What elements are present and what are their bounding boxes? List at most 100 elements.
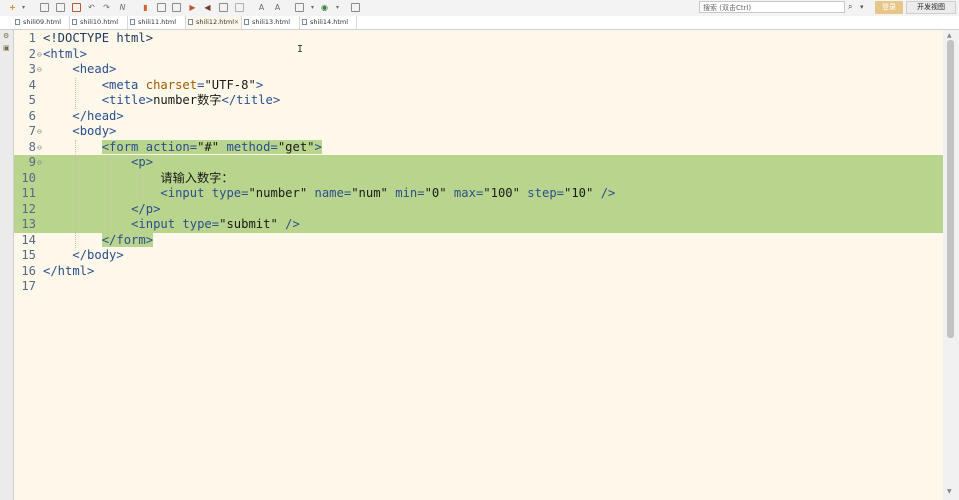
code-content: </body> [72,248,123,262]
indent-guide [75,139,76,248]
save-all-icon[interactable] [56,3,65,12]
code-text: </form> [43,232,154,249]
code-content: </html> [43,264,94,278]
code-text: <head> [43,62,116,78]
search-input[interactable]: 搜索 (双击Ctrl) [699,1,845,13]
fold-toggle-icon[interactable]: ⊖ [37,62,42,78]
code-line[interactable]: 15 </body> [14,248,943,264]
code-content: <meta charset="UTF-8"> [102,78,263,92]
code-line[interactable]: 10 请输入数字： [14,170,943,186]
code-text: <input type="submit" /> [43,217,300,233]
layout-dropdown-icon[interactable]: ▾ [308,3,317,12]
line-number: 9 [28,155,36,169]
code-token: "get" [277,139,315,154]
line-number: 7 [28,124,36,138]
color-icon[interactable]: ◉ [320,3,329,12]
save-icon[interactable] [40,3,49,12]
tab-label: shili10.html [80,18,119,26]
info-icon[interactable] [351,3,360,12]
vertical-scrollbar[interactable]: ▲ ▼ [943,30,959,500]
code-line[interactable]: 14 </form> [14,232,943,249]
layout-icon[interactable] [295,3,304,12]
line-number: 8 [28,139,36,154]
code-token: "100" [483,186,520,200]
dropdown-icon[interactable]: ▾ [19,3,28,12]
tab-shili14[interactable]: shili14.html [300,16,357,29]
code-token: > [314,139,322,154]
code-token: "10" [564,186,594,200]
code-line[interactable]: 8 ⊖ <form action="#" method="get"> [14,139,943,156]
dev-view-button[interactable]: 开发视图 [906,1,956,14]
code-line[interactable]: 6 </head> [14,109,943,125]
code-token: "0" [424,186,447,200]
browser-icon[interactable] [235,3,244,12]
code-line[interactable]: 5 <title>number数字</title> [14,93,943,109]
code-line[interactable]: 11 <input type="number" name="num" min="… [14,186,943,202]
code-token: <title> [101,93,154,107]
line-number: 3 [28,62,36,76]
code-line[interactable]: 1 <!DOCTYPE html> [14,31,943,47]
fold-toggle-icon[interactable]: ⊖ [37,155,42,171]
main-toolbar: + ▾ ↶ ↷ N ▮ ▶ ◀ A A ▾ ◉ ▾ 搜索 (双击Ctrl) ⌕ … [0,0,959,17]
code-text: </head> [43,109,123,125]
code-line[interactable]: 7 ⊖ <body> [14,124,943,140]
color-dropdown-icon[interactable]: ▾ [333,3,342,12]
redo-icon[interactable]: ↷ [102,3,111,12]
code-line[interactable]: 13 <input type="submit" /> [14,217,943,233]
tab-shili11[interactable]: shili11.html [128,16,186,29]
code-content: <html> [43,47,87,61]
scroll-down-icon[interactable]: ▼ [947,488,952,495]
code-token: <input type= [160,186,249,200]
font-larger-icon[interactable]: A [257,3,266,12]
font-smaller-icon[interactable]: A [273,3,282,12]
code-line[interactable]: 4 <meta charset="UTF-8"> [14,78,943,94]
editor-tabs: shili09.html shili10.html shili11.html s… [0,16,959,30]
code-token: /> [277,217,300,231]
code-line[interactable]: 16 </html> [14,264,943,280]
close-icon[interactable]: ✕ [234,16,239,29]
code-text: </body> [43,248,123,264]
line-number: 16 [21,263,36,278]
code-line[interactable]: 2 ⊖ <html> [14,47,943,63]
scroll-up-icon[interactable]: ▲ [947,32,952,39]
tab-shili13[interactable]: shili13.html [242,16,300,29]
code-line[interactable]: 3 ⊖ <head> [14,62,943,78]
code-token: charset [145,77,198,92]
chevron-down-icon[interactable]: ▾ [860,3,864,11]
tab-shili10[interactable]: shili10.html [70,16,128,29]
fold-toggle-icon[interactable]: ⊖ [37,47,42,63]
line-number: 17 [21,279,36,293]
code-text: <html> [43,47,87,63]
scroll-thumb[interactable] [947,40,954,338]
paste-icon[interactable] [172,3,181,12]
fold-toggle-icon[interactable]: ⊖ [37,124,42,140]
code-content: </form> [101,232,154,247]
undo-icon[interactable]: ↶ [87,3,96,12]
code-line[interactable]: 9 ⊖ <p> [14,155,943,171]
code-token: max= [446,186,484,200]
html-file-icon [302,19,307,25]
refresh-icon[interactable] [219,3,228,12]
copy-icon[interactable] [157,3,166,12]
code-text: <title>number数字</title> [43,93,280,109]
format-icon[interactable]: N [118,3,127,12]
bookmark-icon[interactable]: ▮ [141,3,150,12]
code-line[interactable]: 12 </p> [14,201,943,217]
new-file-icon[interactable]: + [8,3,17,12]
code-line[interactable]: 17 [14,279,943,295]
close-file-icon[interactable] [72,3,81,12]
prev-icon[interactable]: ◀ [203,3,212,12]
fold-toggle-icon[interactable]: ⊖ [37,140,42,156]
files-icon[interactable]: ▣ [3,44,10,52]
search-icon[interactable]: ⌕ [848,2,852,12]
tab-shili09[interactable]: shili09.html [13,16,70,29]
code-token: <meta [101,77,146,92]
run-icon[interactable]: ▶ [188,3,197,12]
indent-guide [139,170,140,202]
code-editor[interactable]: 1 <!DOCTYPE html> 2 ⊖ <html> 3 ⊖ <head> 4 <meta… [14,30,943,500]
login-button[interactable]: 登录 [875,1,903,14]
tab-shili12[interactable]: shili12.html ✕ [186,16,242,29]
line-number: 4 [28,77,36,92]
outline-icon[interactable]: ⚙ [3,32,9,40]
code-token: <head> [72,62,117,76]
